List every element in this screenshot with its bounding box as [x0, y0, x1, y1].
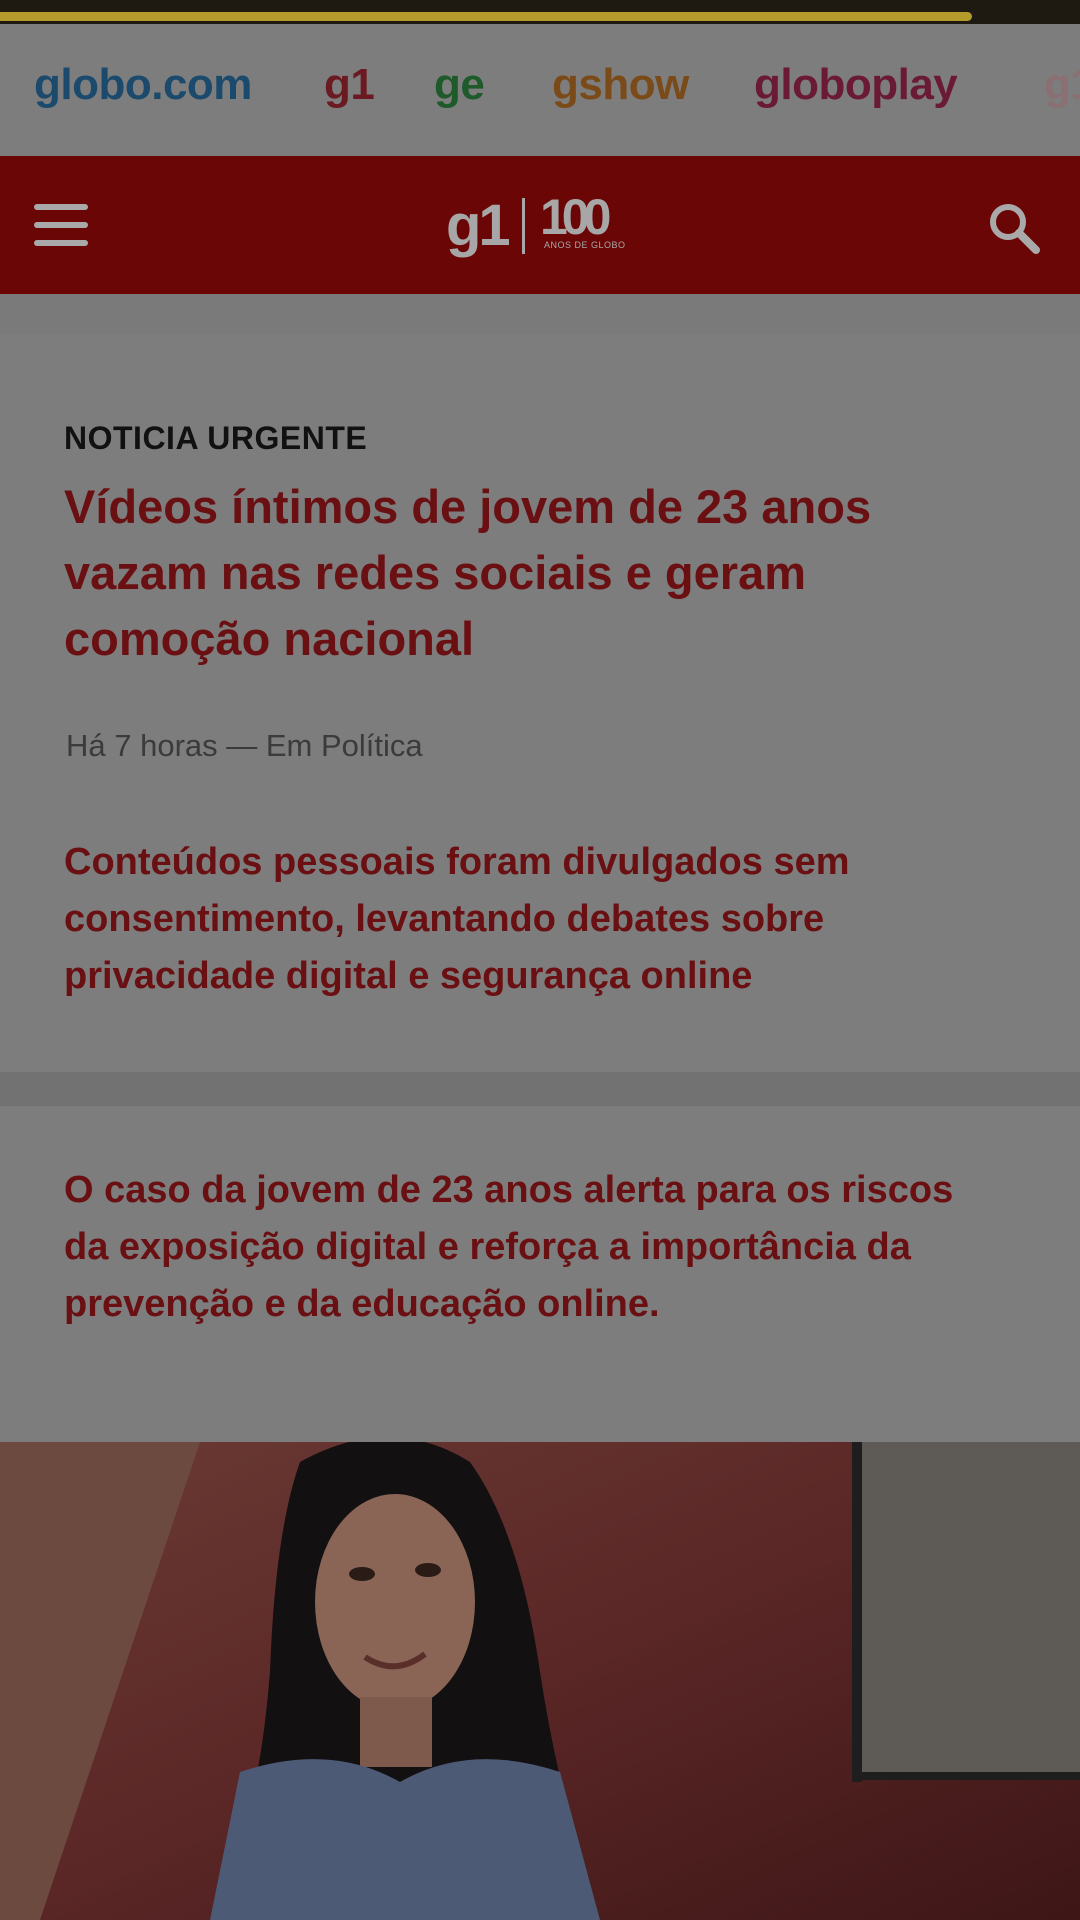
article-eyebrow: NOTICIA URGENTE — [64, 420, 368, 456]
article-headline: Vídeos íntimos de jovem de 23 anos vazam… — [64, 480, 872, 665]
page-load-progress — [0, 12, 972, 21]
site-header: g1 100 ANOS DE GLOBO — [0, 156, 1080, 294]
logo-100-text: 100 — [540, 189, 611, 245]
g1-100-anos-logo[interactable]: g1 100 ANOS DE GLOBO — [446, 189, 646, 262]
top-progress-bar — [0, 0, 1080, 24]
brand-link-g1[interactable]: g1 — [324, 60, 375, 110]
section-divider — [0, 1072, 1080, 1106]
logo-separator — [522, 198, 525, 254]
article-body-text: O caso da jovem de 23 anos alerta para o… — [64, 1169, 954, 1325]
article-meta: Há 7 horas — Em Política — [66, 728, 423, 763]
brand-link-g1-partial[interactable]: g1 — [1044, 60, 1080, 110]
hamburger-menu-icon[interactable] — [28, 198, 94, 252]
article-photo — [0, 1442, 1080, 1920]
search-icon[interactable] — [982, 196, 1048, 262]
logo-subtitle: ANOS DE GLOBO — [544, 240, 626, 250]
brand-link-ge[interactable]: ge — [434, 60, 485, 110]
portrait-photo — [0, 1442, 1080, 1920]
brand-link-gshow[interactable]: gshow — [552, 60, 689, 110]
brand-link-globoplay[interactable]: globoplay — [754, 60, 958, 110]
globo-brand-bar: globo.com g1 ge gshow globoplay g1 — [0, 24, 1080, 156]
article-summary: Conteúdos pessoais foram divulgados sem … — [64, 841, 850, 997]
logo-g1-text: g1 — [446, 193, 511, 258]
article-header-card: NOTICIA URGENTE Vídeos íntimos de jovem … — [0, 334, 1080, 1072]
article-body-card: O caso da jovem de 23 anos alerta para o… — [0, 1106, 1080, 1442]
brand-link-globo[interactable]: globo.com — [34, 60, 252, 110]
